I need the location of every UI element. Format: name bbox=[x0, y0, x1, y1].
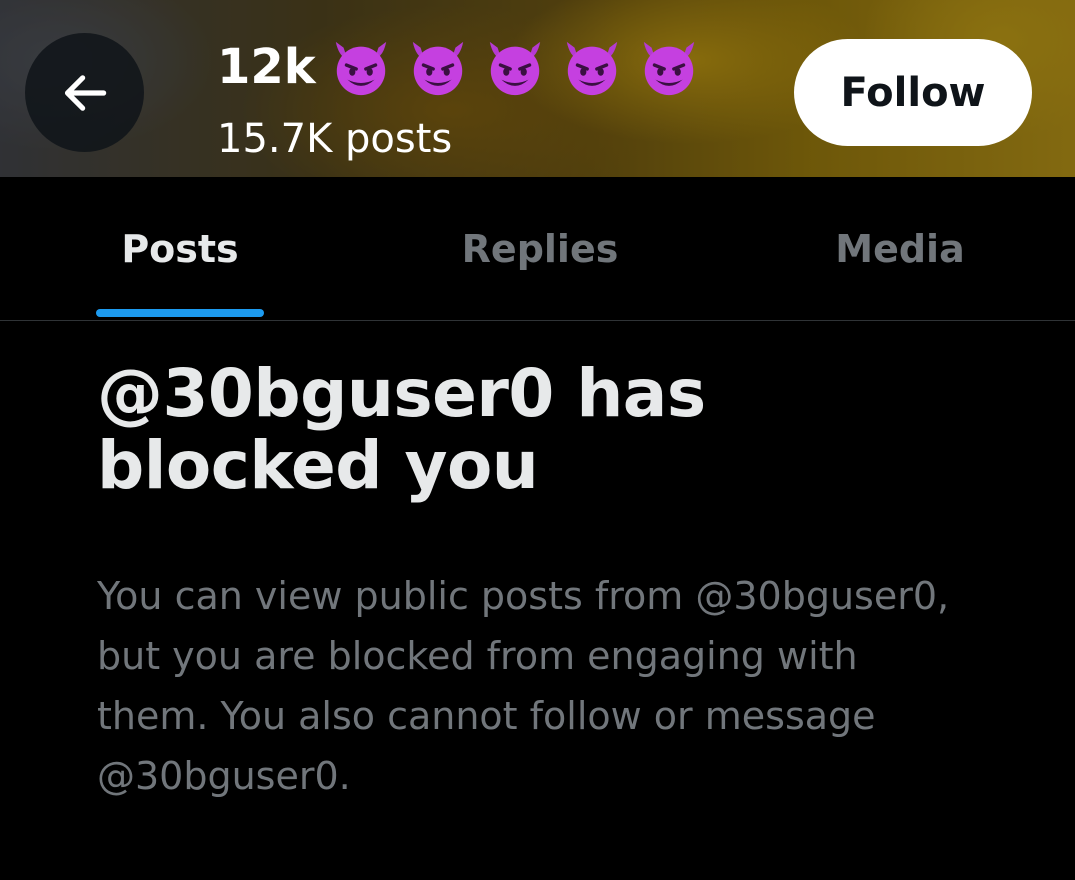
smiling-devil-icon bbox=[638, 36, 700, 98]
smiling-devil-icon bbox=[330, 36, 392, 98]
post-count: 15.7K posts bbox=[217, 116, 453, 162]
blocked-description: You can view public posts from @30bguser… bbox=[97, 574, 950, 798]
profile-name-row: 12k bbox=[217, 36, 715, 98]
profile-name: 12k bbox=[217, 39, 316, 95]
active-tab-indicator bbox=[96, 309, 264, 317]
tab-posts[interactable]: Posts bbox=[80, 177, 280, 320]
smiling-devil-icon bbox=[484, 36, 546, 98]
profile-header-banner: 12k 15.7K posts Follow bbox=[0, 0, 1075, 177]
tab-media[interactable]: Media bbox=[800, 177, 1000, 320]
profile-tabs: Posts Replies Media bbox=[0, 177, 1075, 321]
tab-replies[interactable]: Replies bbox=[430, 177, 650, 320]
smiling-devil-icon bbox=[407, 36, 469, 98]
follow-button[interactable]: Follow bbox=[794, 39, 1032, 146]
blocked-heading: @30bguser0 has blocked you bbox=[97, 355, 706, 504]
smiling-devil-icon bbox=[561, 36, 623, 98]
back-button[interactable] bbox=[25, 33, 144, 152]
arrow-left-icon bbox=[64, 74, 106, 111]
